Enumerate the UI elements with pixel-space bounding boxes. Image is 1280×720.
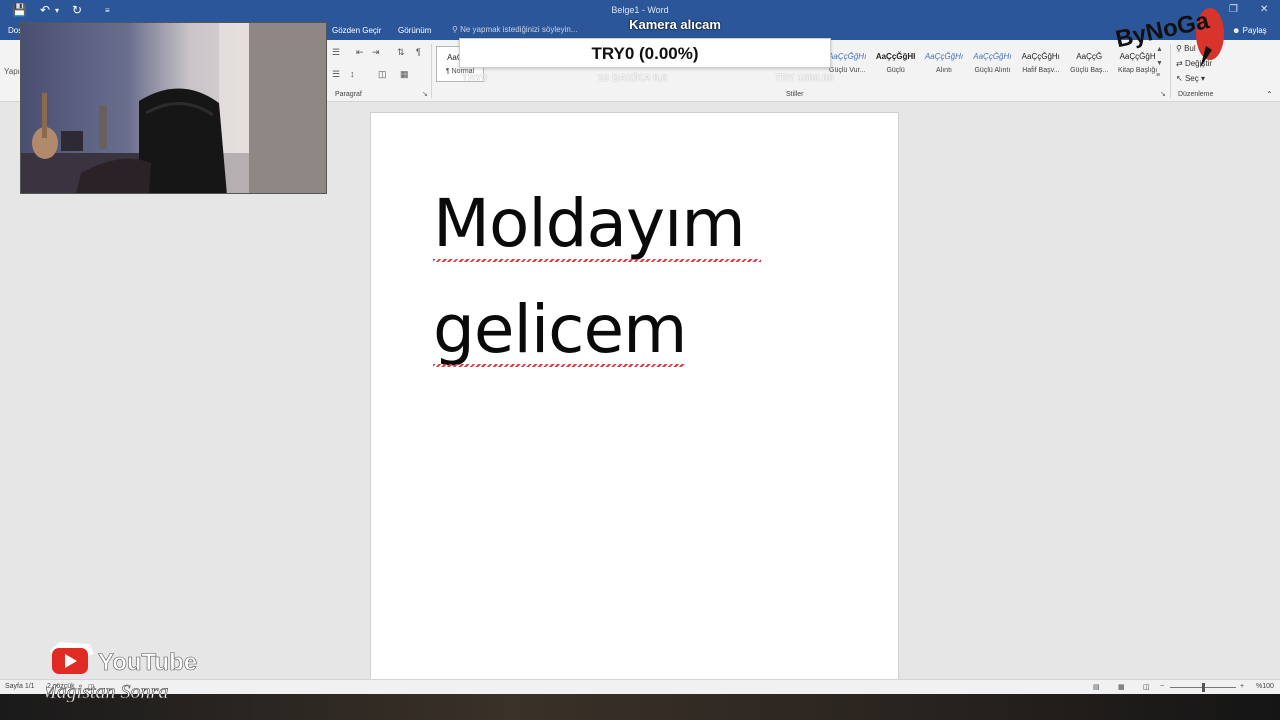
style-item[interactable]: AaÇçĞğHı Hafif Başv... — [1017, 46, 1065, 82]
styles-group-label: Stiller — [786, 91, 804, 98]
donation-goal-text: TRY0 (0.00%) — [591, 44, 699, 63]
sort-icon[interactable]: ⇅ — [397, 47, 405, 58]
zoom-out-icon[interactable]: − — [1160, 683, 1164, 690]
person-icon: ☻ — [1232, 26, 1241, 35]
share-label: Paylaş — [1242, 26, 1267, 35]
webcam-overlay — [20, 22, 327, 194]
zoom-in-icon[interactable]: + — [1240, 683, 1244, 690]
style-item[interactable]: AaÇçĞğHı Güçlü Alıntı — [968, 46, 1016, 82]
spelling-error-underline — [433, 259, 761, 262]
ghost-overlay-text: TRY 1000.00 — [775, 73, 834, 84]
styles-launcher-icon[interactable]: ↘ — [1160, 90, 1166, 98]
zoom-slider-thumb[interactable] — [1202, 683, 1205, 692]
gallery-more-icon[interactable]: ≡ — [1156, 72, 1160, 79]
restore-icon[interactable]: ❐ — [1229, 4, 1238, 15]
print-layout-icon[interactable]: ▦ — [1118, 683, 1125, 691]
decrease-indent-icon[interactable]: ⇤ — [356, 47, 364, 58]
borders-icon[interactable]: ▦ — [400, 69, 409, 80]
ghost-overlay-text: TRY0 — [462, 73, 488, 84]
style-item[interactable]: AaÇçĞğHı Alıntı — [920, 46, 968, 82]
youtube-watermark: YouTube Magistan Sonra — [46, 642, 197, 702]
watermark-caption: Magistan Sonra — [46, 681, 168, 702]
shading-icon[interactable]: ◫ — [378, 69, 387, 80]
webcam-image — [21, 23, 326, 193]
document-line-2[interactable]: gelicem — [433, 291, 687, 368]
read-mode-icon[interactable]: ▤ — [1093, 683, 1100, 691]
tab-view[interactable]: Görünüm — [398, 26, 431, 35]
style-sample: AaÇçĞğHı — [973, 52, 1012, 61]
style-name: Alıntı — [936, 67, 952, 74]
bynoga-logo-text: ByNoGa — [1113, 7, 1212, 53]
paragraph-group-label: Paragraf — [335, 91, 362, 98]
document-page[interactable]: Moldayım gelicem — [370, 112, 899, 682]
camera-goal-title: Kamera alıcam — [629, 17, 721, 32]
increase-indent-icon[interactable]: ⇥ — [372, 47, 380, 58]
tell-me-box[interactable]: ⚲ Ne yapmak istediğinizi söyleyin... — [452, 25, 577, 34]
youtube-wordmark: YouTube — [98, 649, 197, 676]
web-layout-icon[interactable]: ◫ — [1143, 683, 1150, 691]
editing-group-label: Düzenleme — [1178, 91, 1214, 98]
donation-goal-box: TRY0 (0.00%) — [459, 38, 831, 68]
zoom-level[interactable]: %100 — [1256, 683, 1274, 690]
lightbulb-icon: ⚲ — [452, 25, 458, 34]
style-name: Güçlü — [886, 67, 905, 74]
justify-icon[interactable]: ☰ — [332, 69, 340, 80]
style-sample: AaÇçĞğHı — [1021, 52, 1060, 61]
document-title: Belge1 - Word — [611, 5, 669, 15]
style-sample: AaÇçĞğHı — [924, 52, 964, 61]
style-item[interactable]: AaÇçĞğHI Güçlü — [872, 46, 920, 82]
style-name: Güçlü Alıntı — [974, 67, 1011, 74]
tab-review[interactable]: Gözden Geçir — [332, 26, 381, 35]
chevron-down-icon: ▾ — [1200, 74, 1205, 83]
ghost-overlay-text: 10 DAKİKA 0,0 — [598, 73, 668, 84]
share-button[interactable]: ☻ Paylaş — [1232, 26, 1267, 35]
line-spacing-icon[interactable]: ↕ — [350, 69, 355, 79]
bynoga-logo: ByNoGa — [1113, 7, 1224, 68]
paragraph-launcher-icon[interactable]: ↘ — [422, 90, 428, 98]
page-indicator[interactable]: Sayfa 1/1 — [5, 683, 35, 690]
cursor-icon: ↖ — [1176, 74, 1183, 83]
pilcrow-icon[interactable]: ¶ — [416, 47, 421, 57]
select-button[interactable]: ↖ Seç ▾ — [1176, 74, 1205, 83]
multilevel-list-icon[interactable]: ☰ — [332, 47, 340, 58]
style-item[interactable]: AaÇçĞ Güçlü Baş... — [1065, 46, 1113, 82]
spelling-error-underline — [433, 364, 685, 367]
paste-label[interactable]: Yapı — [4, 67, 20, 76]
style-sample: AaÇçĞğHI — [875, 52, 916, 61]
document-line-1[interactable]: Moldayım — [433, 185, 746, 262]
style-name: Güçlü Baş... — [1070, 67, 1109, 74]
select-label: Seç — [1184, 74, 1199, 83]
close-icon[interactable]: ✕ — [1260, 4, 1268, 15]
group-separator — [431, 44, 432, 98]
style-name: Hafif Başv... — [1022, 67, 1060, 74]
collapse-ribbon-icon[interactable]: ⌃ — [1266, 90, 1273, 99]
style-sample: AaÇçĞ — [1076, 52, 1103, 61]
